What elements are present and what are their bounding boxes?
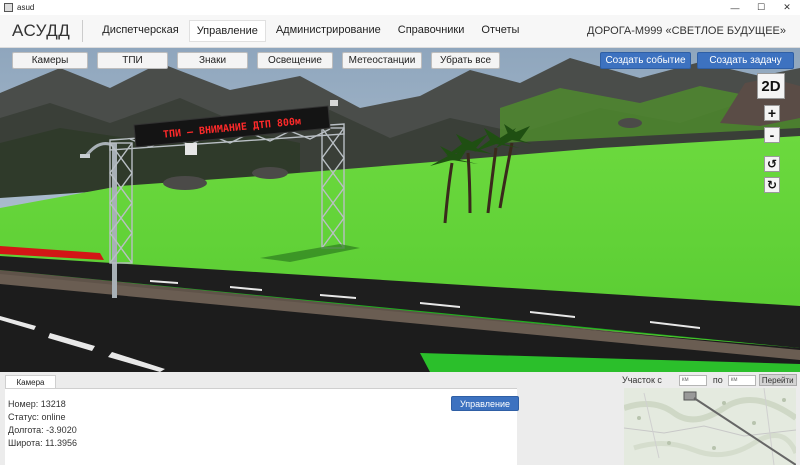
window-title: asud — [17, 3, 35, 12]
rotate-left-icon[interactable]: ↺ — [764, 156, 780, 172]
menu-item-dispatch[interactable]: Диспетчерская — [95, 20, 185, 42]
clear-all-layers-button[interactable]: Убрать все — [431, 52, 500, 69]
tab-camera[interactable]: Камера — [5, 375, 56, 389]
camera-manage-button[interactable]: Управление — [451, 396, 519, 411]
zoom-out-button[interactable]: - — [764, 127, 780, 143]
section-from-label: Участок с — [622, 375, 662, 385]
main-menu: Диспетчерская Управление Администрирован… — [95, 20, 529, 42]
camera-longitude: Долгота: -3.9020 — [8, 425, 77, 435]
layer-lighting-button[interactable]: Освещение — [257, 52, 333, 69]
camera-info-panel: Номер: 13218 Статус: online Долгота: -3.… — [5, 388, 519, 465]
main-menu-bar: АСУДД Диспетчерская Управление Администр… — [0, 15, 800, 48]
menu-item-control[interactable]: Управление — [188, 20, 266, 42]
3d-scene-view[interactable]: ТПИ – ВНИМАНИЕ ДТП 800м — [0, 48, 800, 372]
app-icon — [4, 3, 13, 12]
layer-toolbar: Камеры ТПИ Знаки Освещение Метеостанции … — [12, 52, 500, 69]
minimap[interactable] — [624, 388, 796, 465]
road-name: ДОРОГА-М999 «СВЕТЛОЕ БУДУЩЕЕ» — [587, 25, 786, 37]
go-button[interactable]: Перейти — [758, 374, 797, 386]
brand-logo: АСУДД — [12, 20, 84, 42]
close-button[interactable]: ✕ — [774, 0, 800, 15]
layer-tpi-button[interactable]: ТПИ — [97, 52, 168, 69]
menu-item-reports[interactable]: Отчеты — [474, 20, 526, 42]
window-controls: — ☐ ✕ — [722, 0, 800, 15]
minimize-button[interactable]: — — [722, 0, 748, 15]
scene-graphic: ТПИ – ВНИМАНИЕ ДТП 800м — [0, 48, 800, 372]
create-event-button[interactable]: Создать событие — [600, 52, 691, 69]
section-from-input[interactable] — [678, 374, 707, 386]
minimap-graphic — [624, 388, 796, 465]
view-mode-2d-button[interactable]: 2D — [757, 73, 785, 99]
layer-signs-button[interactable]: Знаки — [177, 52, 248, 69]
bottom-panel: Камера Номер: 13218 Статус: online Долго… — [0, 372, 800, 465]
menu-item-references[interactable]: Справочники — [391, 20, 472, 42]
camera-status: Статус: online — [8, 412, 66, 422]
section-to-label: по — [712, 375, 723, 385]
camera-number: Номер: 13218 — [8, 399, 66, 409]
layer-cameras-button[interactable]: Камеры — [12, 52, 88, 69]
layer-weather-stations-button[interactable]: Метеостанции — [342, 52, 422, 69]
zoom-in-button[interactable]: + — [764, 105, 780, 121]
section-to-input[interactable] — [727, 374, 756, 386]
create-task-button[interactable]: Создать задачу — [697, 52, 794, 69]
rotate-right-icon[interactable]: ↻ — [764, 177, 780, 193]
camera-latitude: Широта: 11.3956 — [8, 438, 77, 448]
menu-item-admin[interactable]: Администрирование — [269, 20, 388, 42]
maximize-button[interactable]: ☐ — [748, 0, 774, 15]
section-range-form: Участок с по Перейти — [622, 372, 797, 388]
window-titlebar: asud — ☐ ✕ — [0, 0, 800, 15]
